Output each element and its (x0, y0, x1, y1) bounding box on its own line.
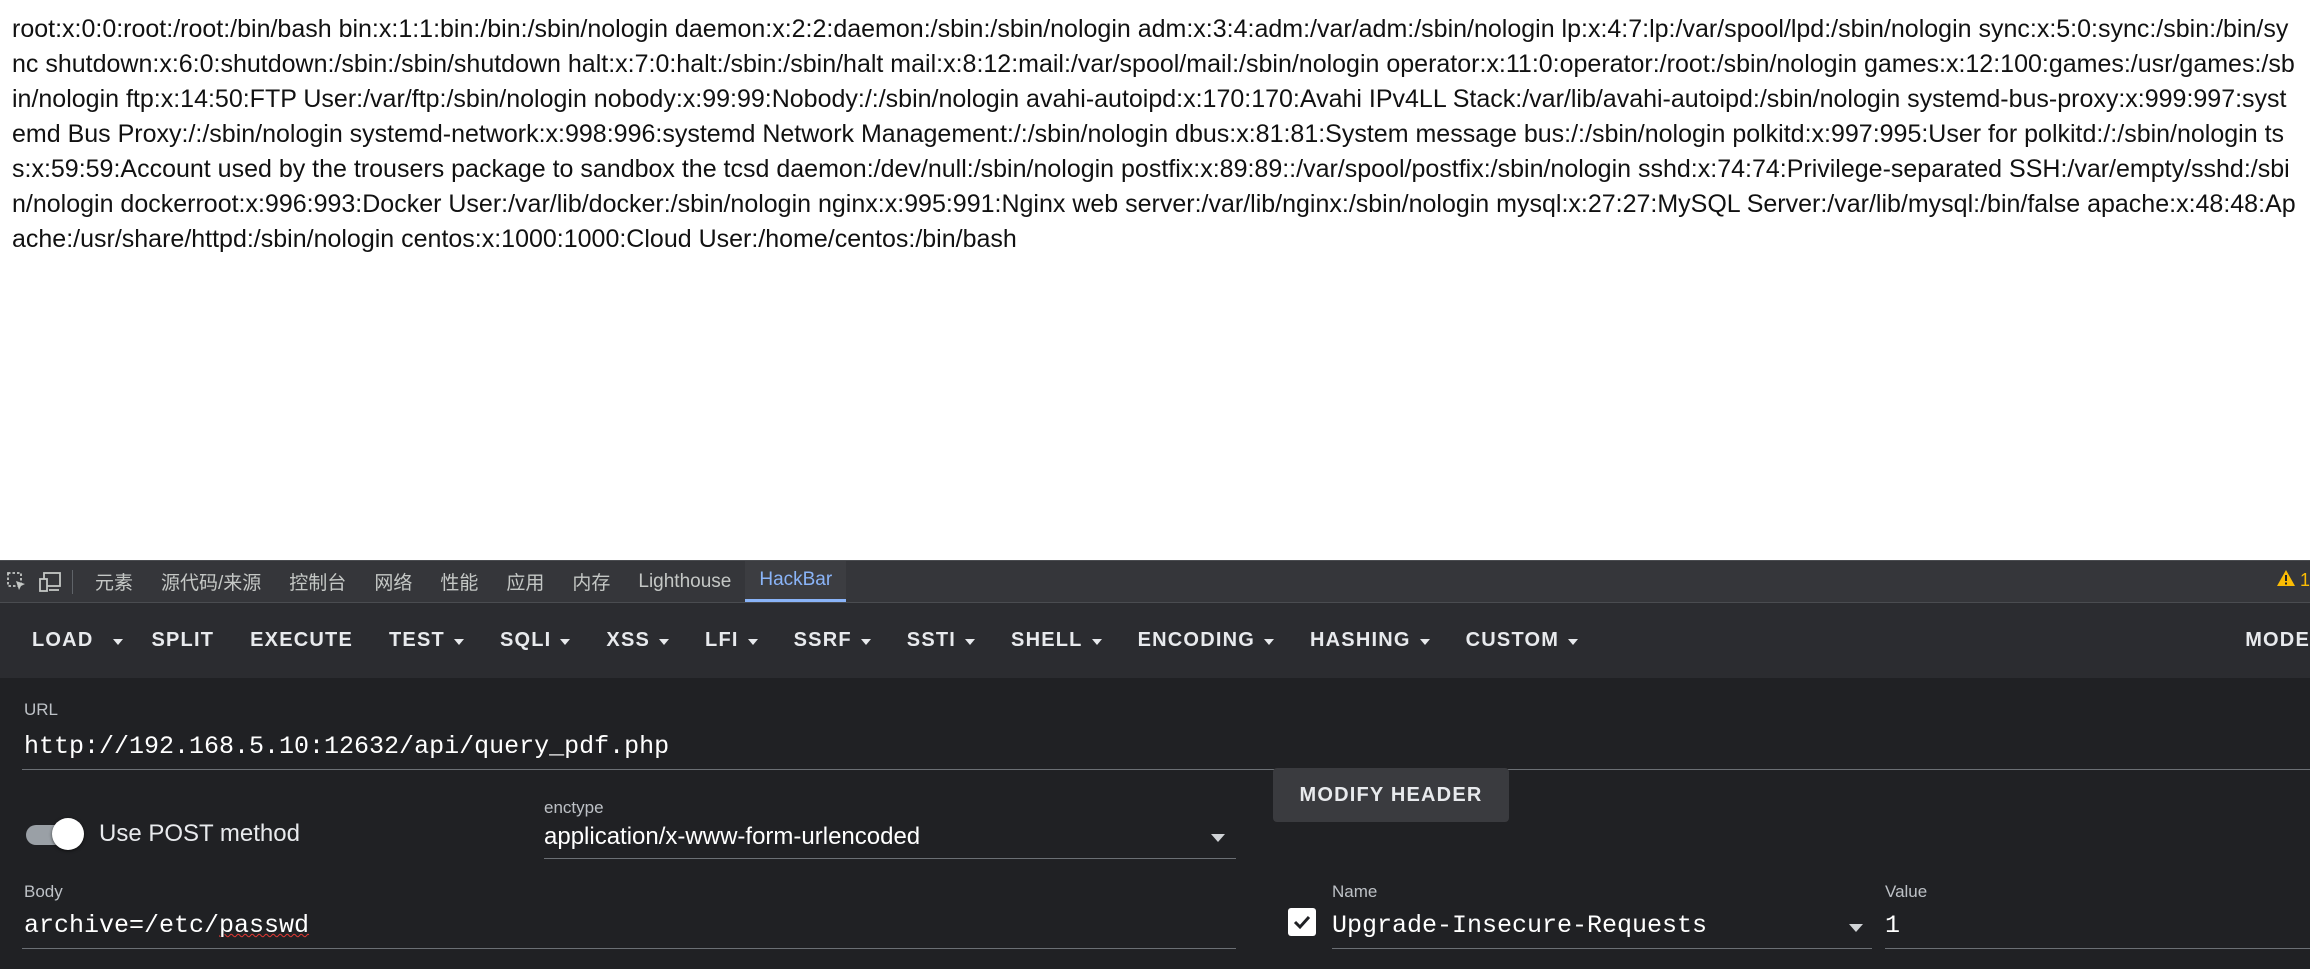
warning-badge[interactable]: 1 (2276, 569, 2310, 592)
modify-header-button[interactable]: MODIFY HEADER (1273, 768, 1509, 822)
load-button[interactable]: LOAD (14, 617, 111, 665)
test-menu-button[interactable]: TEST (371, 617, 482, 665)
chevron-down-icon (1568, 638, 1579, 645)
chevron-down-icon (659, 638, 670, 645)
tab-console[interactable]: 控制台 (275, 561, 360, 602)
chevron-down-icon[interactable] (1849, 924, 1863, 932)
device-toolbar-icon[interactable] (34, 562, 68, 602)
warning-count: 1 (2299, 570, 2310, 590)
warning-icon (2276, 569, 2296, 592)
header-enabled-checkbox[interactable] (1288, 908, 1316, 936)
devtools-tabbar: 元素 源代码/来源 控制台 网络 性能 应用 内存 Lighthouse Hac… (0, 560, 2310, 603)
tab-elements[interactable]: 元素 (81, 561, 147, 602)
url-underline (22, 769, 2310, 770)
tab-sources[interactable]: 源代码/来源 (147, 561, 275, 602)
custom-menu-button[interactable]: CUSTOM (1448, 617, 1597, 665)
body-underline (22, 948, 1236, 949)
sqli-menu-label: SQLI (499, 629, 552, 651)
hashing-menu-button[interactable]: HASHING (1292, 617, 1448, 665)
chevron-down-icon (1264, 638, 1274, 645)
xss-menu-label: XSS (606, 629, 651, 651)
tab-network[interactable]: 网络 (360, 561, 426, 602)
ssti-menu-label: SSTI (906, 629, 957, 651)
chevron-down-icon (965, 638, 976, 645)
post-method-toggle[interactable] (26, 818, 84, 852)
shell-menu-button[interactable]: SHELL (993, 617, 1120, 665)
chevron-down-icon (1419, 638, 1430, 645)
execute-button[interactable]: EXECUTE (232, 617, 371, 665)
tab-performance[interactable]: 性能 (426, 561, 492, 602)
lfi-menu-label: LFI (705, 629, 739, 651)
sqli-menu-button[interactable]: SQLI (482, 617, 588, 665)
load-dropdown-button[interactable] (111, 617, 133, 665)
body-text-misspelled: passwd (219, 911, 310, 940)
header-name-label: Name (1332, 882, 1378, 901)
ssrf-menu-button[interactable]: SSRF (776, 617, 889, 665)
encoding-menu-button[interactable]: ENCODING (1120, 617, 1292, 665)
encoding-menu-label: ENCODING (1137, 629, 1255, 651)
checkmark-icon (1293, 915, 1311, 930)
tab-hackbar[interactable]: HackBar (745, 561, 847, 602)
enctype-underline (544, 858, 1236, 859)
chevron-down-icon (560, 638, 571, 645)
header-value-input[interactable]: 1 (1885, 911, 1900, 940)
chevron-down-icon (113, 638, 124, 645)
body-text: archive=/etc/ (24, 911, 220, 940)
mode-menu-button[interactable]: MODE (2227, 616, 2310, 664)
tabbar-separator (72, 569, 73, 594)
header-name-input[interactable]: Upgrade-Insecure-Requests (1332, 911, 1707, 940)
tab-application[interactable]: 应用 (492, 561, 558, 602)
page-output-text: root:x:0:0:root:/root:/bin/bash bin:x:1:… (12, 15, 2296, 253)
toggle-knob (52, 818, 84, 850)
chevron-down-icon[interactable] (1211, 834, 1225, 842)
enctype-select[interactable]: application/x-www-form-urlencoded (544, 823, 920, 851)
xss-menu-button[interactable]: XSS (588, 617, 687, 665)
chevron-down-icon (860, 638, 871, 645)
tab-lighthouse[interactable]: Lighthouse (624, 561, 745, 602)
header-name-underline (1332, 948, 1872, 949)
url-label: URL (24, 700, 59, 719)
hashing-menu-label: HASHING (1310, 629, 1411, 651)
ssti-menu-button[interactable]: SSTI (889, 617, 993, 665)
mode-menu-label: MODE (2245, 628, 2310, 651)
hackbar-toolbar: LOAD SPLIT EXECUTE TEST SQLI XSS LFI SSR… (0, 603, 2310, 678)
shell-menu-label: SHELL (1011, 629, 1083, 651)
url-input[interactable]: http://192.168.5.10:12632/api/query_pdf.… (24, 732, 669, 761)
devtools-panel: 元素 源代码/来源 控制台 网络 性能 应用 内存 Lighthouse Hac… (0, 560, 2310, 969)
ssrf-menu-label: SSRF (793, 629, 852, 651)
inspect-element-icon[interactable] (0, 562, 34, 602)
split-button[interactable]: SPLIT (133, 617, 232, 665)
body-label: Body (24, 882, 63, 901)
chevron-down-icon (1091, 638, 1102, 645)
chevron-down-icon (747, 638, 758, 645)
chevron-down-icon (453, 638, 464, 645)
enctype-label: enctype (544, 798, 604, 817)
test-menu-label: TEST (389, 629, 445, 651)
tab-memory[interactable]: 内存 (558, 561, 624, 602)
post-method-label: Use POST method (99, 820, 300, 847)
hackbar-body: URL http://192.168.5.10:12632/api/query_… (0, 678, 2310, 969)
custom-menu-label: CUSTOM (1465, 629, 1560, 651)
lfi-menu-button[interactable]: LFI (687, 617, 776, 665)
header-value-label: Value (1885, 882, 1928, 901)
body-input[interactable]: archive=/etc/passwd (24, 911, 309, 940)
header-value-underline (1885, 948, 2310, 949)
